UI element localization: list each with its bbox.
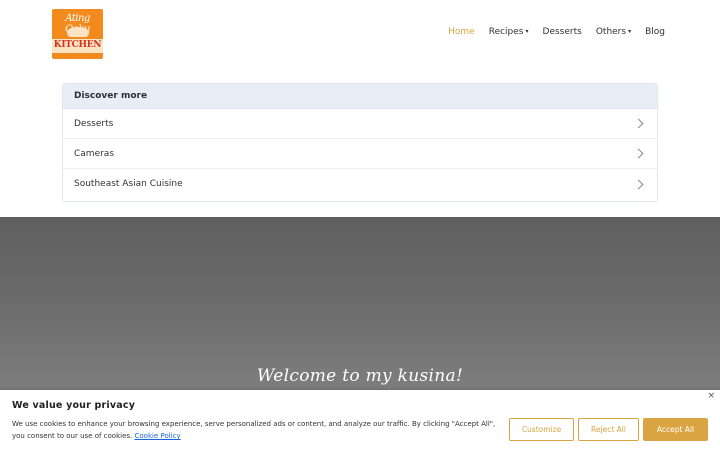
nav-item-blog[interactable]: Blog	[645, 27, 665, 37]
cookie-banner-title: We value your privacy	[12, 400, 136, 411]
nav-item-recipes[interactable]: Recipes ▾	[489, 27, 529, 37]
cookie-banner-text: We use cookies to enhance your browsing …	[12, 418, 502, 442]
logo-bottom-text: KITCHEN	[53, 40, 102, 50]
close-icon[interactable]: ×	[707, 391, 715, 401]
discover-more-title: Discover more	[63, 84, 657, 109]
logo-pot-graphic	[67, 27, 89, 37]
nav-item-others[interactable]: Others ▾	[596, 27, 631, 37]
nav-item-label: Home	[448, 27, 475, 37]
discover-item-label: Desserts	[74, 118, 114, 129]
site-header: Ating Ooku KITCHEN Home Recipes ▾ Desser…	[0, 0, 720, 70]
discover-item-label: Southeast Asian Cuisine	[74, 179, 183, 189]
nav-item-label: Desserts	[542, 27, 582, 37]
discover-item-desserts[interactable]: Desserts	[63, 109, 657, 139]
chevron-right-icon	[633, 148, 644, 159]
discover-item-label: Cameras	[74, 148, 115, 159]
hero-title: Welcome to my kusina!	[256, 366, 464, 386]
discover-item-cameras[interactable]: Cameras	[63, 139, 657, 169]
customize-button[interactable]: Customize	[509, 418, 574, 441]
chevron-down-icon: ▾	[525, 27, 529, 35]
nav-item-label: Others	[595, 27, 627, 37]
cookie-policy-link[interactable]: Cookie Policy	[135, 432, 181, 440]
chevron-down-icon: ▾	[628, 27, 632, 35]
chevron-right-icon	[633, 179, 644, 189]
discover-more-box: Discover more Desserts Cameras Southeast…	[62, 83, 658, 202]
chevron-right-icon	[633, 118, 644, 129]
nav-item-label: Blog	[645, 27, 665, 37]
main-nav: Home Recipes ▾ Desserts Others ▾ Blog	[448, 27, 665, 37]
nav-item-label: Recipes	[488, 27, 524, 37]
cookie-banner-message: We use cookies to enhance your browsing …	[12, 420, 496, 440]
reject-all-button[interactable]: Reject All	[578, 418, 639, 441]
discover-item-southeast-asian-cuisine[interactable]: Southeast Asian Cuisine	[63, 169, 657, 199]
cookie-consent-banner: × We value your privacy We use cookies t…	[0, 390, 720, 450]
nav-item-desserts[interactable]: Desserts	[543, 27, 582, 37]
site-logo[interactable]: Ating Ooku KITCHEN	[52, 9, 103, 59]
accept-all-button[interactable]: Accept All	[643, 418, 708, 441]
nav-item-home[interactable]: Home	[448, 27, 475, 37]
